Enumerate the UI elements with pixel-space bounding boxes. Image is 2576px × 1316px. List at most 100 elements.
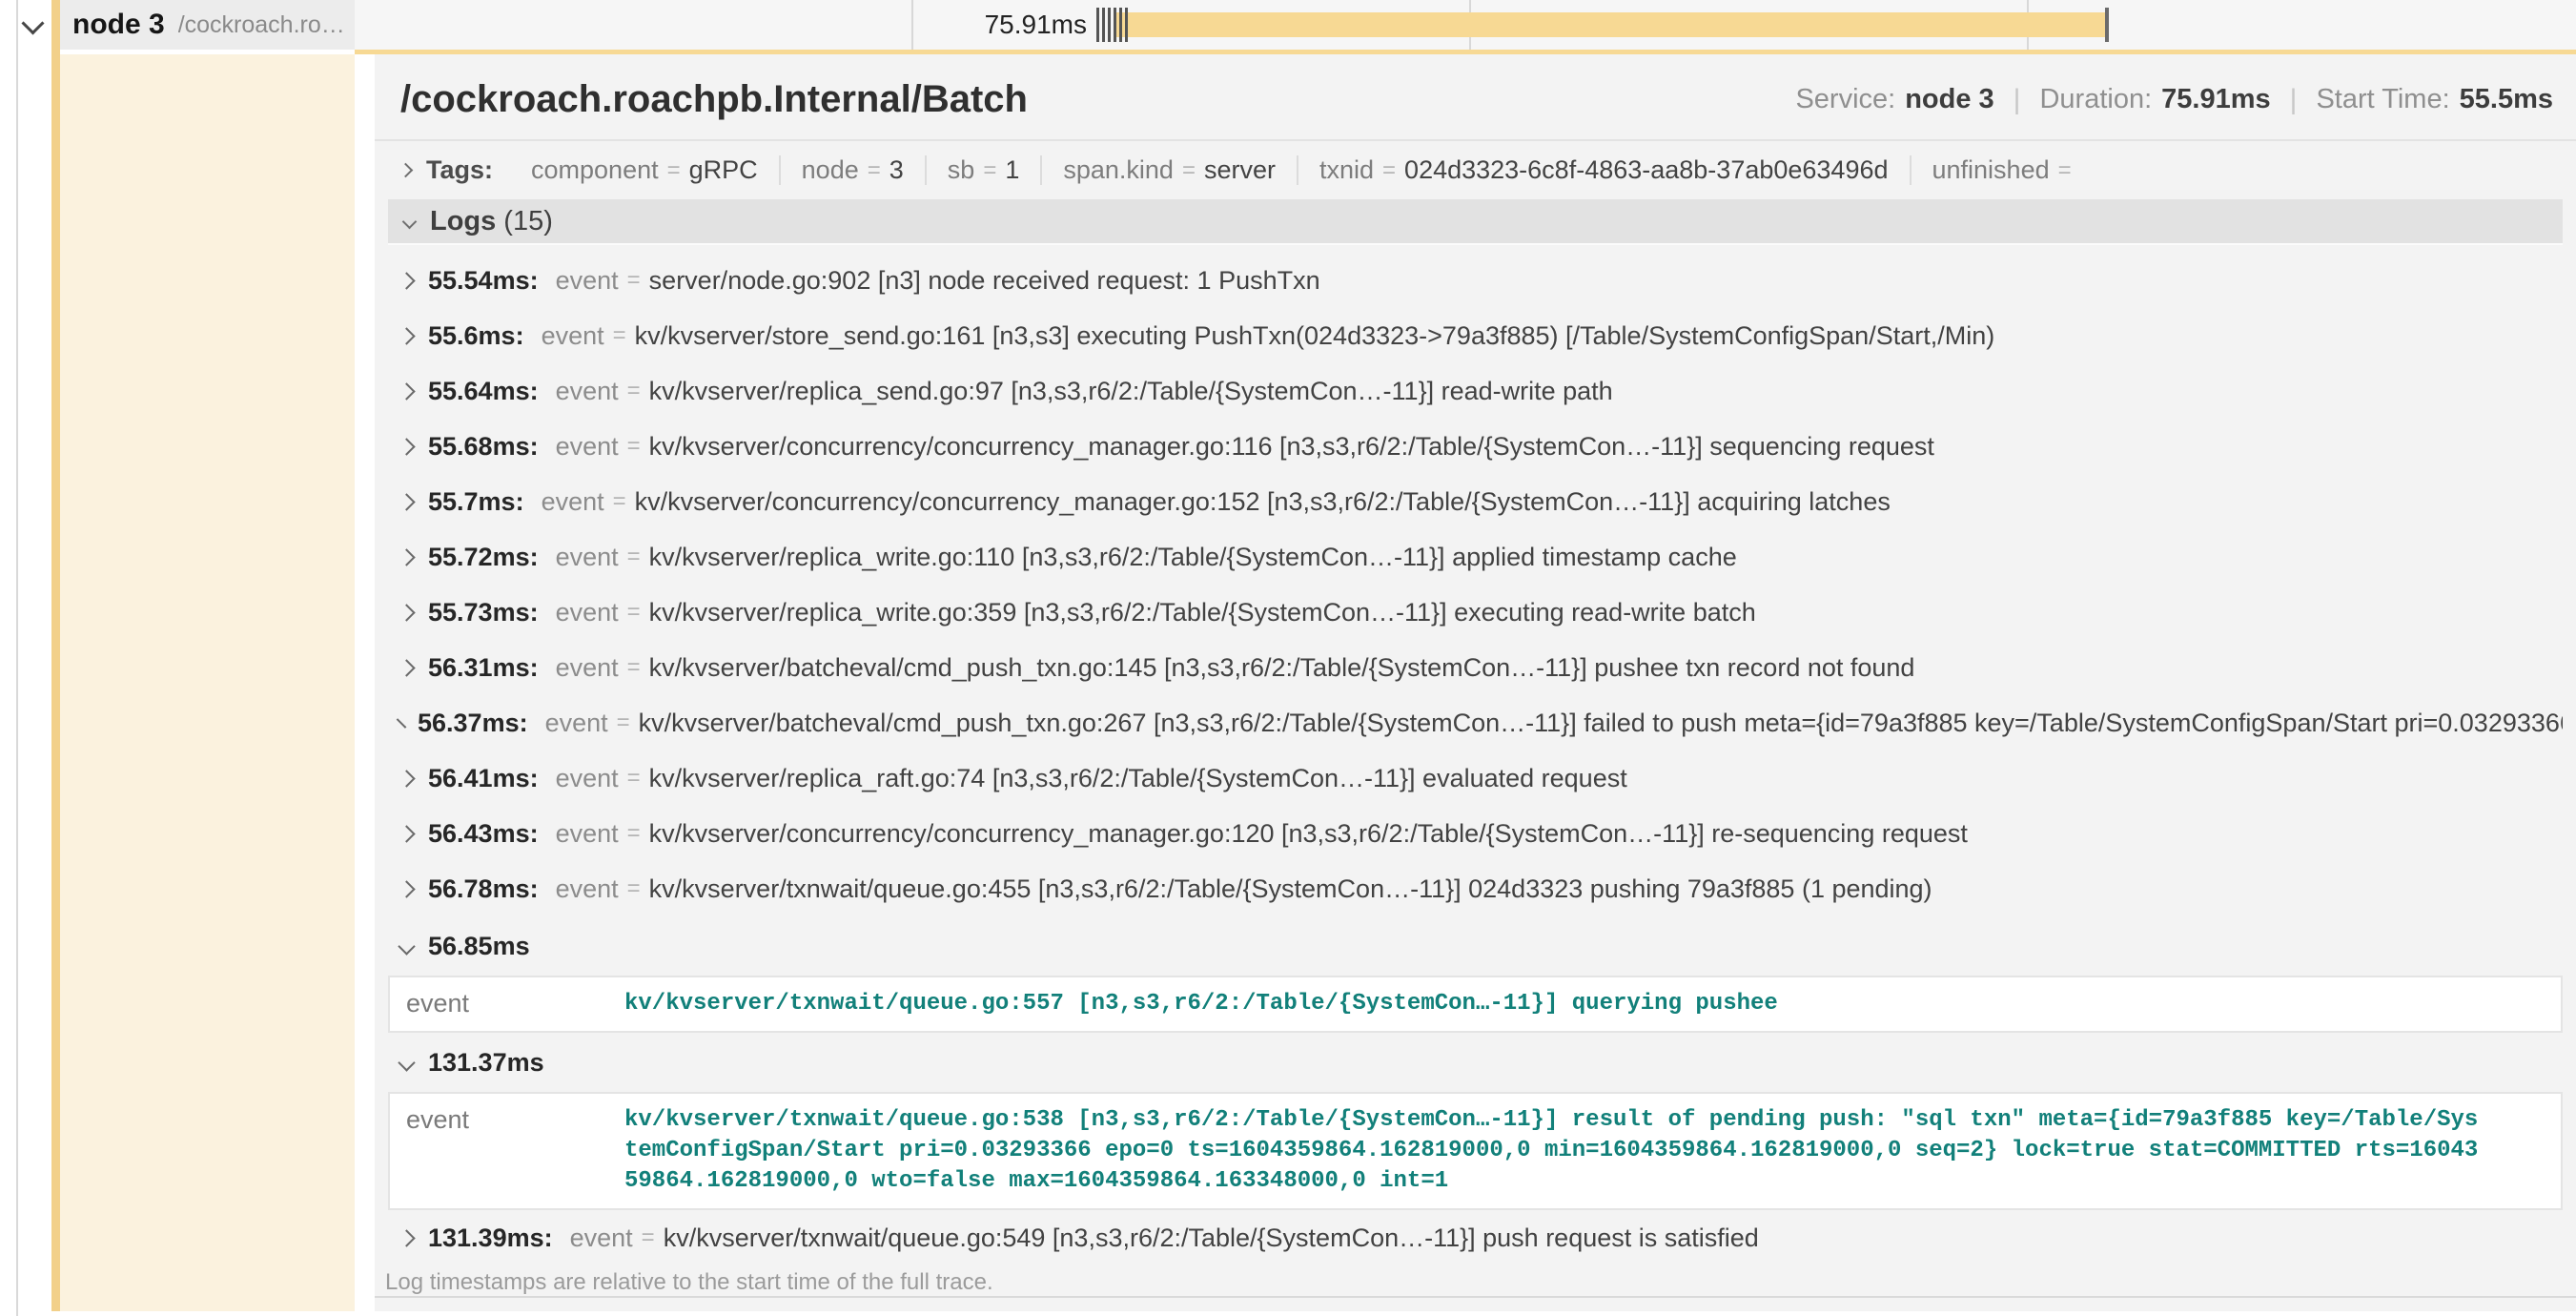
tag-item[interactable]: component = gRPC xyxy=(510,155,779,185)
start-time-label: Start Time: xyxy=(2316,84,2449,115)
chevron-right-icon xyxy=(398,438,415,455)
chevron-right-icon xyxy=(398,272,415,289)
log-key: event xyxy=(570,1223,633,1253)
tag-value: 3 xyxy=(889,155,904,185)
service-value: node 3 xyxy=(1905,84,1993,115)
chevron-right-icon xyxy=(397,718,407,729)
tags-accordion[interactable]: Tags: component = gRPC node = 3 sb = 1 s… xyxy=(375,141,2576,199)
span-name-cell[interactable]: node 3 /cockroach.roach… xyxy=(60,0,355,50)
equals-sign: = xyxy=(627,599,641,626)
equals-sign: = xyxy=(627,765,641,792)
tag-item[interactable]: sb = 1 xyxy=(925,155,1041,185)
tags-list: component = gRPC node = 3 sb = 1 span.ki… xyxy=(510,155,2101,185)
log-entry-expanded-header[interactable]: 131.37ms xyxy=(388,1033,2563,1092)
chevron-down-icon xyxy=(398,937,415,955)
log-key: event xyxy=(556,598,619,627)
tag-item[interactable]: node = 3 xyxy=(779,155,925,185)
log-row[interactable]: 56.78ms: event = kv/kvserver/txnwait/que… xyxy=(388,861,2563,916)
logs-footer-note: Log timestamps are relative to the start… xyxy=(375,1265,2576,1298)
equals-sign: = xyxy=(627,544,641,570)
equals-sign: = xyxy=(613,322,626,349)
log-timestamp: 56.31ms: xyxy=(428,653,539,683)
tag-key: txnid xyxy=(1319,155,1374,185)
tag-item[interactable]: unfinished = xyxy=(1910,155,2101,185)
log-row[interactable]: 56.37ms: event = kv/kvserver/batcheval/c… xyxy=(388,695,2563,751)
log-timestamp: 55.7ms: xyxy=(428,487,524,517)
tree-gutter-divider xyxy=(16,0,18,1316)
tag-key: node xyxy=(802,155,859,185)
duration-label: Duration: xyxy=(2039,84,2152,115)
tag-value: 024d3323-6c8f-4863-aa8b-37ab0e63496d xyxy=(1404,155,1888,185)
log-timestamp: 56.37ms: xyxy=(418,709,528,738)
log-entry-expanded-header[interactable]: 56.85ms xyxy=(388,916,2563,976)
log-value: kv/kvserver/txnwait/queue.go:549 [n3,s3,… xyxy=(664,1223,1759,1253)
log-field-value[interactable]: kv/kvserver/txnwait/queue.go:557 [n3,s3,… xyxy=(624,989,2484,1019)
tag-item[interactable]: span.kind = server xyxy=(1040,155,1297,185)
log-timestamp: 55.73ms: xyxy=(428,598,539,627)
start-time-value: 55.5ms xyxy=(2460,84,2553,115)
log-value: kv/kvserver/replica_write.go:359 [n3,s3,… xyxy=(649,598,1756,627)
log-row[interactable]: 55.64ms: event = kv/kvserver/replica_sen… xyxy=(388,363,2563,419)
span-timeline-row[interactable]: 75.91ms xyxy=(355,0,2576,50)
chevron-right-icon xyxy=(398,327,415,344)
tag-value: server xyxy=(1204,155,1276,185)
log-timestamp: 131.37ms xyxy=(428,1048,544,1078)
equals-sign: = xyxy=(617,709,630,736)
log-row[interactable]: 55.72ms: event = kv/kvserver/replica_wri… xyxy=(388,529,2563,585)
chevron-right-icon xyxy=(398,880,415,897)
log-row[interactable]: 55.68ms: event = kv/kvserver/concurrency… xyxy=(388,419,2563,474)
log-marker-tick-end xyxy=(2105,8,2109,42)
logs-accordion-header[interactable]: Logs (15) xyxy=(388,199,2563,245)
span-detail-panel: /cockroach.roachpb.Internal/Batch Servic… xyxy=(375,54,2576,1311)
log-key: event xyxy=(556,653,619,683)
equals-sign: = xyxy=(627,267,641,294)
meta-separator: | xyxy=(2014,84,2021,116)
chevron-right-icon xyxy=(398,770,415,787)
detail-meta: Service: node 3 | Duration: 75.91ms | St… xyxy=(1795,84,2553,116)
log-row[interactable]: 56.43ms: event = kv/kvserver/concurrency… xyxy=(388,806,2563,861)
span-operation-name: /cockroach.roach… xyxy=(178,11,355,39)
log-value: kv/kvserver/concurrency/concurrency_mana… xyxy=(649,819,1968,849)
chevron-right-icon xyxy=(398,548,415,565)
span-duration-label: 75.91ms xyxy=(848,0,1087,50)
log-value: kv/kvserver/txnwait/queue.go:455 [n3,s3,… xyxy=(649,874,1932,904)
equals-sign: = xyxy=(627,433,641,460)
logs-count: (15) xyxy=(503,206,553,237)
log-row[interactable]: 56.31ms: event = kv/kvserver/batcheval/c… xyxy=(388,640,2563,695)
span-row-collapse-control[interactable] xyxy=(25,15,41,36)
span-service-name: node 3 xyxy=(72,9,165,41)
log-entry-detail-table: event kv/kvserver/txnwait/queue.go:538 [… xyxy=(388,1092,2563,1210)
log-timestamp: 55.68ms: xyxy=(428,432,539,462)
tag-key: sb xyxy=(948,155,975,185)
tag-key: component xyxy=(531,155,659,185)
meta-separator: | xyxy=(2290,84,2298,116)
log-field-key: event xyxy=(390,1105,624,1197)
equals-sign: = xyxy=(627,820,641,847)
log-field-value[interactable]: kv/kvserver/txnwait/queue.go:538 [n3,s3,… xyxy=(624,1105,2484,1197)
log-row[interactable]: 56.41ms: event = kv/kvserver/replica_raf… xyxy=(388,751,2563,806)
log-entry-detail-table: event kv/kvserver/txnwait/queue.go:557 [… xyxy=(388,976,2563,1033)
tag-item[interactable]: txnid = 024d3323-6c8f-4863-aa8b-37ab0e63… xyxy=(1297,155,1910,185)
log-timestamp: 56.41ms: xyxy=(428,764,539,793)
log-row[interactable]: 55.7ms: event = kv/kvserver/concurrency/… xyxy=(388,474,2563,529)
equals-sign: = xyxy=(1382,157,1396,184)
log-row[interactable]: 55.73ms: event = kv/kvserver/replica_wri… xyxy=(388,585,2563,640)
chevron-right-icon xyxy=(398,604,415,621)
log-value: kv/kvserver/batcheval/cmd_push_txn.go:26… xyxy=(639,709,2563,738)
log-field-key: event xyxy=(390,989,624,1019)
log-value: kv/kvserver/concurrency/concurrency_mana… xyxy=(649,432,1934,462)
log-value: kv/kvserver/batcheval/cmd_push_txn.go:14… xyxy=(649,653,1915,683)
log-key: event xyxy=(556,377,619,406)
log-row[interactable]: 55.54ms: event = server/node.go:902 [n3]… xyxy=(388,253,2563,308)
log-row[interactable]: 131.39ms: event = kv/kvserver/txnwait/qu… xyxy=(388,1210,2563,1265)
equals-sign: = xyxy=(1182,157,1196,184)
log-timestamp: 55.72ms: xyxy=(428,543,539,572)
log-row[interactable]: 55.6ms: event = kv/kvserver/store_send.g… xyxy=(388,308,2563,363)
detail-header: /cockroach.roachpb.Internal/Batch Servic… xyxy=(375,54,2576,141)
span-duration-bar[interactable] xyxy=(1115,12,2107,37)
log-key: event xyxy=(556,764,619,793)
selected-span-column-highlight xyxy=(60,54,355,1311)
log-list: 55.54ms: event = server/node.go:902 [n3]… xyxy=(375,245,2576,1265)
log-key: event xyxy=(556,432,619,462)
log-key: event xyxy=(556,543,619,572)
